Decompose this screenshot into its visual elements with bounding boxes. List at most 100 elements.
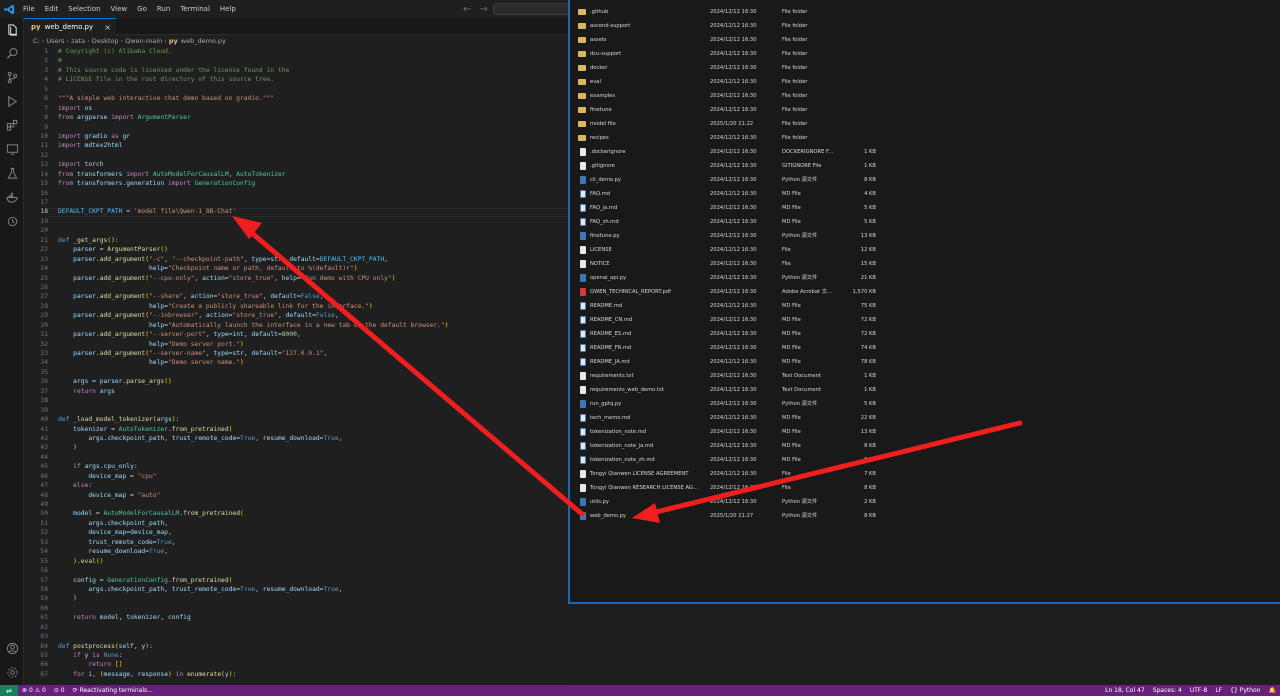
menu-run[interactable]: Run xyxy=(152,0,175,18)
code-line[interactable]: device_map=device_map, xyxy=(58,528,568,537)
file-row[interactable]: tokenization_note.md 2024/12/12 16:30 MD F… xyxy=(570,425,1280,439)
code-line[interactable]: args.checkpoint_path, trust_remote_code=… xyxy=(58,585,568,594)
remote-indicator-icon[interactable]: ⇌ xyxy=(0,685,18,696)
indentation[interactable]: Spaces: 4 xyxy=(1149,687,1186,694)
code-line[interactable]: config = GenerationConfig.from_pretraine… xyxy=(58,576,568,585)
file-row[interactable]: README.md 2024/12/12 16:30 MD File 75 KB xyxy=(570,299,1280,313)
code-line[interactable]: trust_remote_code=True, xyxy=(58,538,568,547)
code-editor[interactable]: 1 2 3 4 5 6 7 8 9 10 11 12 13 14 15 16 17 18 19 20 21 22 23 24 2… xyxy=(24,47,568,685)
file-row[interactable]: Tongyi Qianwen RESEARCH LICENSE AG... 202… xyxy=(570,481,1280,495)
code-line[interactable]: parser.add_argument("--server-name", typ… xyxy=(58,349,568,358)
breadcrumb-item[interactable]: C: xyxy=(33,37,40,45)
code-line[interactable] xyxy=(58,632,568,641)
menu-help[interactable]: Help xyxy=(215,0,241,18)
code-line[interactable]: for i, (message, response) in enumerate(… xyxy=(58,670,568,679)
code-line[interactable] xyxy=(58,368,568,377)
code-line[interactable]: else: xyxy=(58,481,568,490)
timeline-icon[interactable] xyxy=(4,213,20,229)
code-line[interactable]: parser = ArgumentParser() xyxy=(58,245,568,254)
code-line[interactable]: if y is None: xyxy=(58,651,568,660)
code-line[interactable]: args.checkpoint_path, xyxy=(58,519,568,528)
explorer-icon[interactable] xyxy=(4,22,20,38)
file-row[interactable]: README_CN.md 2024/12/12 16:30 MD File 72 KB xyxy=(570,313,1280,327)
menu-edit[interactable]: Edit xyxy=(40,0,64,18)
file-row[interactable]: requirements_web_demo.txt 2024/12/12 16:3… xyxy=(570,383,1280,397)
breadcrumb-item[interactable]: web_demo.py xyxy=(181,37,226,45)
file-row[interactable]: tech_memo.md 2024/12/12 16:30 MD File 22 KB xyxy=(570,411,1280,425)
code-line[interactable]: """A simple web interactive chat demo ba… xyxy=(58,94,568,103)
code-line[interactable]: help="Demo server name.") xyxy=(58,358,568,367)
file-row[interactable]: tokenization_note_zh.md 2024/12/12 16:30 M… xyxy=(570,453,1280,467)
folder-row[interactable]: model file 2025/1/20 21:22 File folder xyxy=(570,117,1280,131)
folder-row[interactable]: ascend-support 2024/12/12 16:30 File folde… xyxy=(570,19,1280,33)
breadcrumb-item[interactable]: zata xyxy=(71,37,85,45)
code-line[interactable] xyxy=(58,217,568,226)
code-line[interactable]: model = AutoModelForCausalLM.from_pretra… xyxy=(58,509,568,518)
menu-view[interactable]: View xyxy=(106,0,133,18)
file-row[interactable]: finetune.py 2024/12/12 16:30 Python 源文件 13 … xyxy=(570,229,1280,243)
folder-row[interactable]: dcu-support 2024/12/12 16:30 File folder xyxy=(570,47,1280,61)
folder-row[interactable]: finetune 2024/12/12 16:30 File folder xyxy=(570,103,1280,117)
menu-selection[interactable]: Selection xyxy=(63,0,105,18)
folder-row[interactable]: assets 2024/12/12 16:30 File folder xyxy=(570,33,1280,47)
code-line[interactable]: help="Automatically launch the interface… xyxy=(58,321,568,330)
file-row[interactable]: run_gptq.py 2024/12/12 16:30 Python 源文件 5 K… xyxy=(570,397,1280,411)
file-row[interactable]: requirements.txt 2024/12/12 16:30 Text Doc… xyxy=(570,369,1280,383)
file-row[interactable]: openai_api.py 2024/12/12 16:30 Python 源文件 2… xyxy=(570,271,1280,285)
file-row[interactable]: README_JA.md 2024/12/12 16:30 MD File 78 KB xyxy=(570,355,1280,369)
language-mode[interactable]: {} Python xyxy=(1226,687,1264,694)
account-icon[interactable] xyxy=(4,640,20,656)
file-row[interactable]: .gitignore 2024/12/12 16:30 GITIGNORE File… xyxy=(570,159,1280,173)
menu-go[interactable]: Go xyxy=(132,0,152,18)
file-row[interactable]: FAQ.md 2024/12/12 16:30 MD File 4 KB xyxy=(570,187,1280,201)
docker-icon[interactable] xyxy=(4,189,20,205)
code-line[interactable]: args.checkpoint_path, trust_remote_code=… xyxy=(58,434,568,443)
code-line[interactable]: device_map = "auto" xyxy=(58,491,568,500)
code-line[interactable]: if args.cpu_only: xyxy=(58,462,568,471)
command-center-search[interactable] xyxy=(493,3,573,15)
forward-arrow-icon[interactable]: → xyxy=(479,4,487,15)
code-line[interactable]: help="Create a publicly shareable link f… xyxy=(58,302,568,311)
breadcrumb-item[interactable]: Users xyxy=(46,37,64,45)
code-line[interactable]: from transformers.generation import Gene… xyxy=(58,179,568,188)
code-line[interactable]: # Copyright (c) Alibaba Cloud. xyxy=(58,47,568,56)
file-row[interactable]: README_FR.md 2024/12/12 16:30 MD File 74 KB xyxy=(570,341,1280,355)
folder-row[interactable]: examples 2024/12/12 16:30 File folder xyxy=(570,89,1280,103)
code-line[interactable]: parser.add_argument("--inbrowser", actio… xyxy=(58,311,568,320)
code-line[interactable]: ).eval() xyxy=(58,557,568,566)
run-debug-icon[interactable] xyxy=(4,93,20,109)
code-line[interactable] xyxy=(58,566,568,575)
extensions-icon[interactable] xyxy=(4,117,20,133)
code-line[interactable] xyxy=(58,283,568,292)
code-line[interactable]: DEFAULT_CKPT_PATH = 'model file\Qwen-1_8… xyxy=(58,207,568,216)
code-line[interactable]: parser.add_argument("--share", action="s… xyxy=(58,292,568,301)
code-line[interactable]: parser.add_argument("--cpu-only", action… xyxy=(58,274,568,283)
code-line[interactable]: import mdtex2html xyxy=(58,141,568,150)
file-row[interactable]: web_demo.py 2025/1/20 21:27 Python 源文件 8 KB xyxy=(570,509,1280,523)
file-row[interactable]: utils.py 2024/12/12 16:30 Python 源文件 2 KB xyxy=(570,495,1280,509)
code-line[interactable]: return args xyxy=(58,387,568,396)
folder-row[interactable]: eval 2024/12/12 16:30 File folder xyxy=(570,75,1280,89)
tab-web-demo-py[interactable]: py web_demo.py × xyxy=(24,18,116,35)
file-row[interactable]: QWEN_TECHNICAL_REPORT.pdf 2024/12/12 16:3… xyxy=(570,285,1280,299)
breadcrumb-item[interactable]: Desktop xyxy=(92,37,119,45)
code-line[interactable] xyxy=(58,123,568,132)
code-line[interactable] xyxy=(58,85,568,94)
end-of-line[interactable]: LF xyxy=(1211,687,1226,694)
testing-icon[interactable] xyxy=(4,165,20,181)
code-line[interactable]: from transformers import AutoModelForCau… xyxy=(58,170,568,179)
source-control-icon[interactable] xyxy=(4,69,20,85)
search-icon[interactable] xyxy=(4,45,20,61)
terminal-activity-status[interactable]: ⟳ Reactivating terminals... xyxy=(69,687,157,694)
code-line[interactable]: # xyxy=(58,56,568,65)
code-line[interactable] xyxy=(58,151,568,160)
code-line[interactable]: ) xyxy=(58,443,568,452)
settings-gear-icon[interactable] xyxy=(4,664,20,680)
code-line[interactable] xyxy=(58,500,568,509)
code-line[interactable]: import os xyxy=(58,104,568,113)
folder-row[interactable]: .github 2024/12/12 16:30 File folder xyxy=(570,5,1280,19)
problems-indicator[interactable]: ⊗ 0 ⚠ 0 xyxy=(18,687,50,694)
code-line[interactable] xyxy=(58,198,568,207)
code-line[interactable] xyxy=(58,604,568,613)
breadcrumb-item[interactable]: Qwen-main xyxy=(125,37,162,45)
